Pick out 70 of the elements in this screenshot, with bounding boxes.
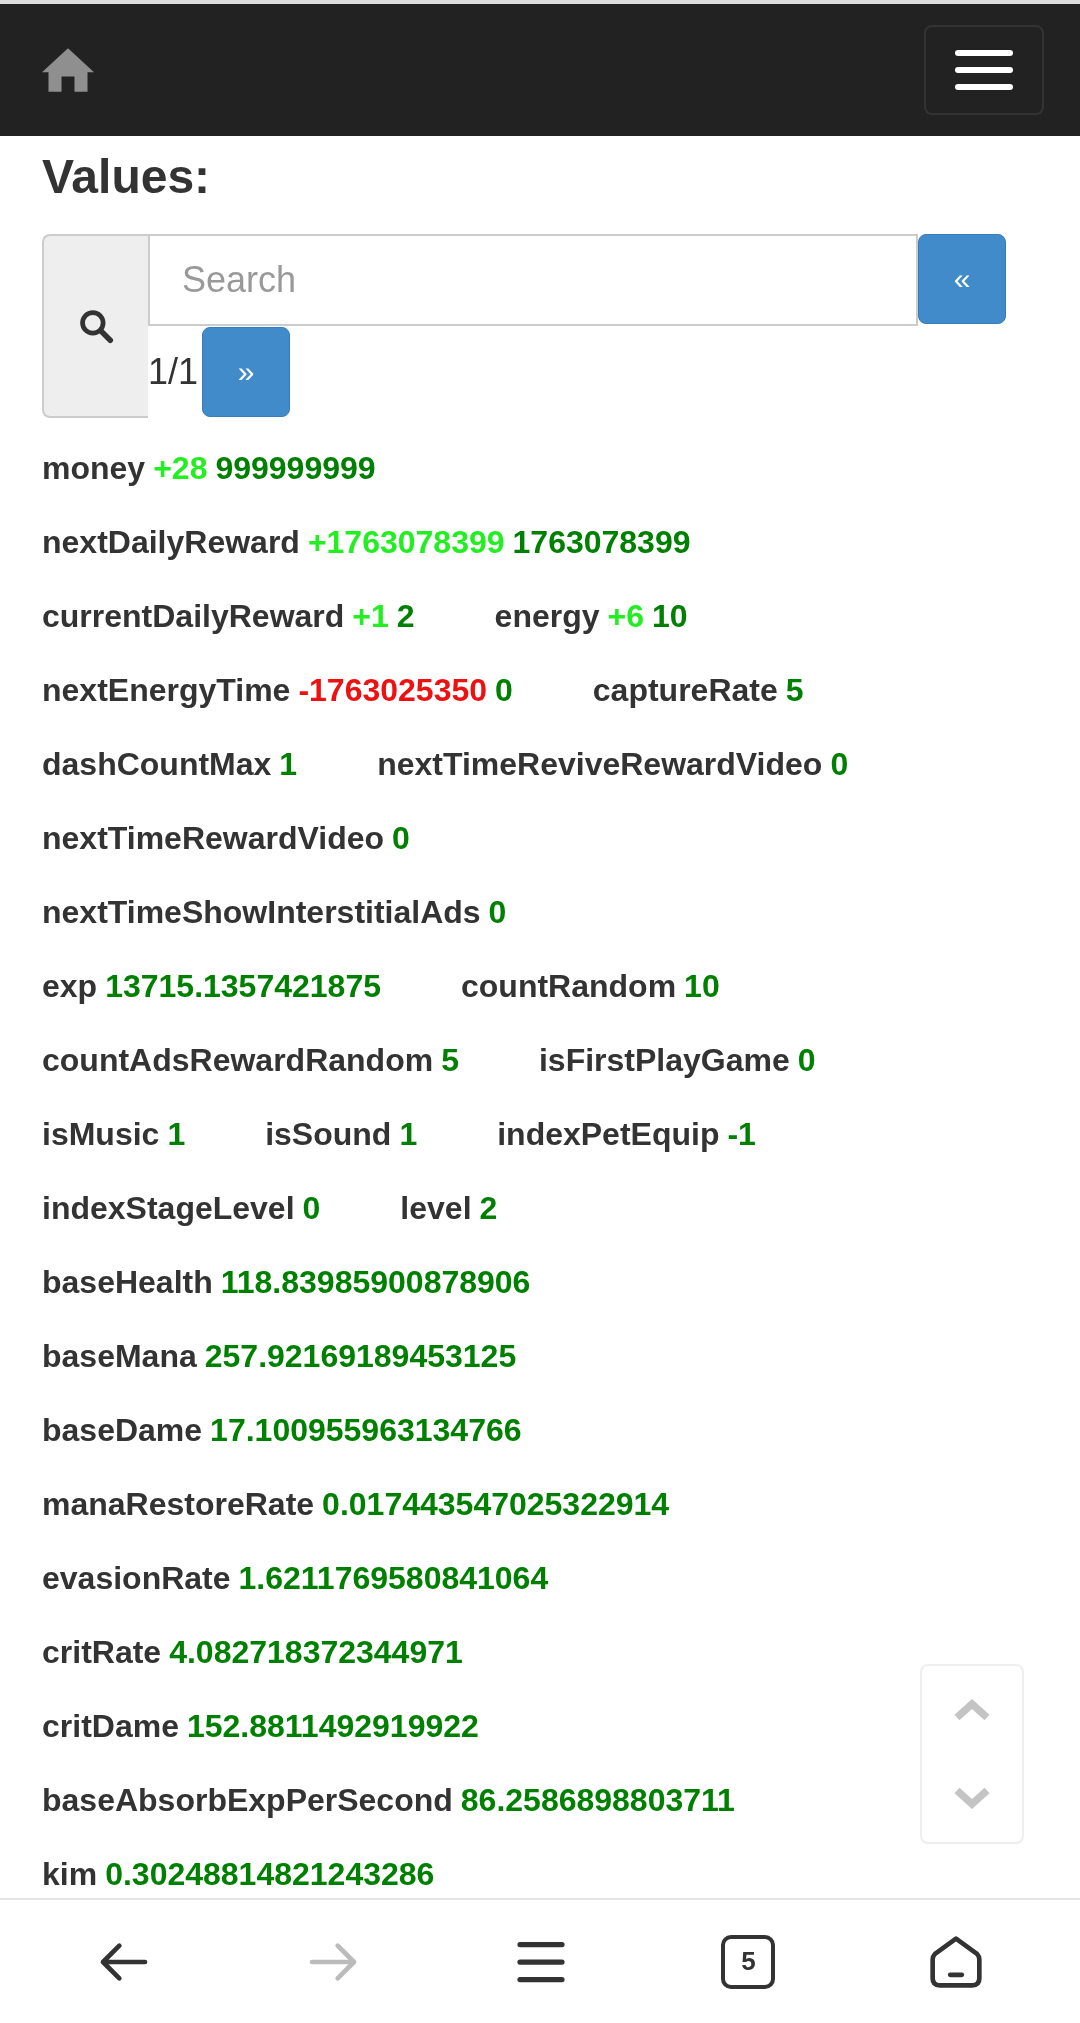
value-name: level [400, 1190, 472, 1227]
value-change: +1763078399 [307, 524, 505, 561]
value-name: baseDame [42, 1412, 203, 1449]
value-number: 17.100955963134766 [210, 1412, 522, 1449]
value-number: 5 [441, 1042, 459, 1079]
value-number: 5 [785, 672, 804, 709]
value-number: 118.83985900878906 [220, 1264, 531, 1301]
value-number: 1 [167, 1116, 186, 1153]
value-change: -1763025350 [298, 672, 487, 709]
value-name: captureRate [592, 672, 778, 709]
value-name: nextTimeRewardVideo [42, 820, 385, 857]
value-name: nextDailyReward [42, 524, 300, 561]
value-name: currentDailyReward [42, 598, 345, 635]
value-name: indexStageLevel [42, 1190, 295, 1227]
value-name: money [42, 450, 146, 487]
value-name: nextTimeReviveRewardVideo [377, 746, 823, 783]
value-name: kim [42, 1856, 98, 1893]
value-change: +28 [153, 450, 208, 487]
value-number: 10 [684, 968, 720, 1005]
value-name: manaRestoreRate [42, 1486, 315, 1523]
value-name: exp [42, 968, 98, 1005]
value-name: isMusic [42, 1116, 160, 1153]
value-number: 1 [399, 1116, 418, 1153]
value-number: 0 [302, 1190, 321, 1227]
value-number: 257.92169189453125 [204, 1338, 517, 1375]
home-outline-icon[interactable] [927, 1933, 984, 1990]
value-number: 0.017443547025322914 [322, 1486, 670, 1523]
value-name: critDame [42, 1708, 179, 1745]
value-name: nextEnergyTime [42, 672, 291, 709]
value-name: critRate [42, 1634, 162, 1671]
value-change: +6 [607, 598, 645, 635]
value-name: indexPetEquip [497, 1116, 720, 1153]
value-name: countRandom [461, 968, 677, 1005]
value-name: baseMana [42, 1338, 197, 1375]
value-number: 2 [396, 598, 415, 635]
value-name: evasionRate [42, 1560, 231, 1597]
value-number: 86.2586898803711 [460, 1782, 735, 1819]
value-name: isSound [265, 1116, 392, 1153]
value-number: 0 [488, 894, 507, 931]
value-number: 1 [279, 746, 298, 783]
tabs-button[interactable]: 5 [721, 1934, 776, 1989]
next-button[interactable]: » [202, 326, 291, 417]
value-name: isFirstPlayGame [538, 1042, 790, 1079]
search-field[interactable]: Search [148, 233, 918, 326]
value-number: 999999999 [215, 450, 376, 487]
page-counter: 1/1 [148, 350, 199, 393]
value-number: 152.8811492919922 [186, 1708, 479, 1745]
value-number: 0.30248814821243286 [105, 1856, 435, 1893]
value-name: baseAbsorbExpPerSecond [42, 1782, 453, 1819]
value-number: 13715.1357421875 [105, 968, 381, 1005]
page-title: Values: [42, 149, 212, 205]
value-change: +1 [352, 598, 389, 635]
value-number: 0 [830, 746, 849, 783]
value-number: 0 [797, 1042, 816, 1079]
value-number: 1763078399 [512, 524, 691, 561]
value-number: 0 [495, 672, 513, 709]
value-number: 10 [652, 598, 688, 635]
value-number: 0 [392, 820, 410, 857]
value-name: nextTimeShowInterstitialAds [42, 894, 481, 931]
previous-button[interactable]: « [918, 233, 1006, 324]
value-number: -1 [727, 1116, 756, 1153]
value-name: baseHealth [42, 1264, 213, 1301]
value-number: 1.6211769580841064 [238, 1560, 549, 1597]
value-number: 2 [479, 1190, 498, 1227]
value-number: 4.082718372344971 [169, 1634, 463, 1671]
home-icon[interactable] [42, 47, 94, 93]
value-name: countAdsRewardRandom [42, 1042, 434, 1079]
value-name: energy [494, 598, 600, 635]
value-name: dashCountMax [42, 746, 272, 783]
menu-button[interactable] [924, 25, 1044, 115]
